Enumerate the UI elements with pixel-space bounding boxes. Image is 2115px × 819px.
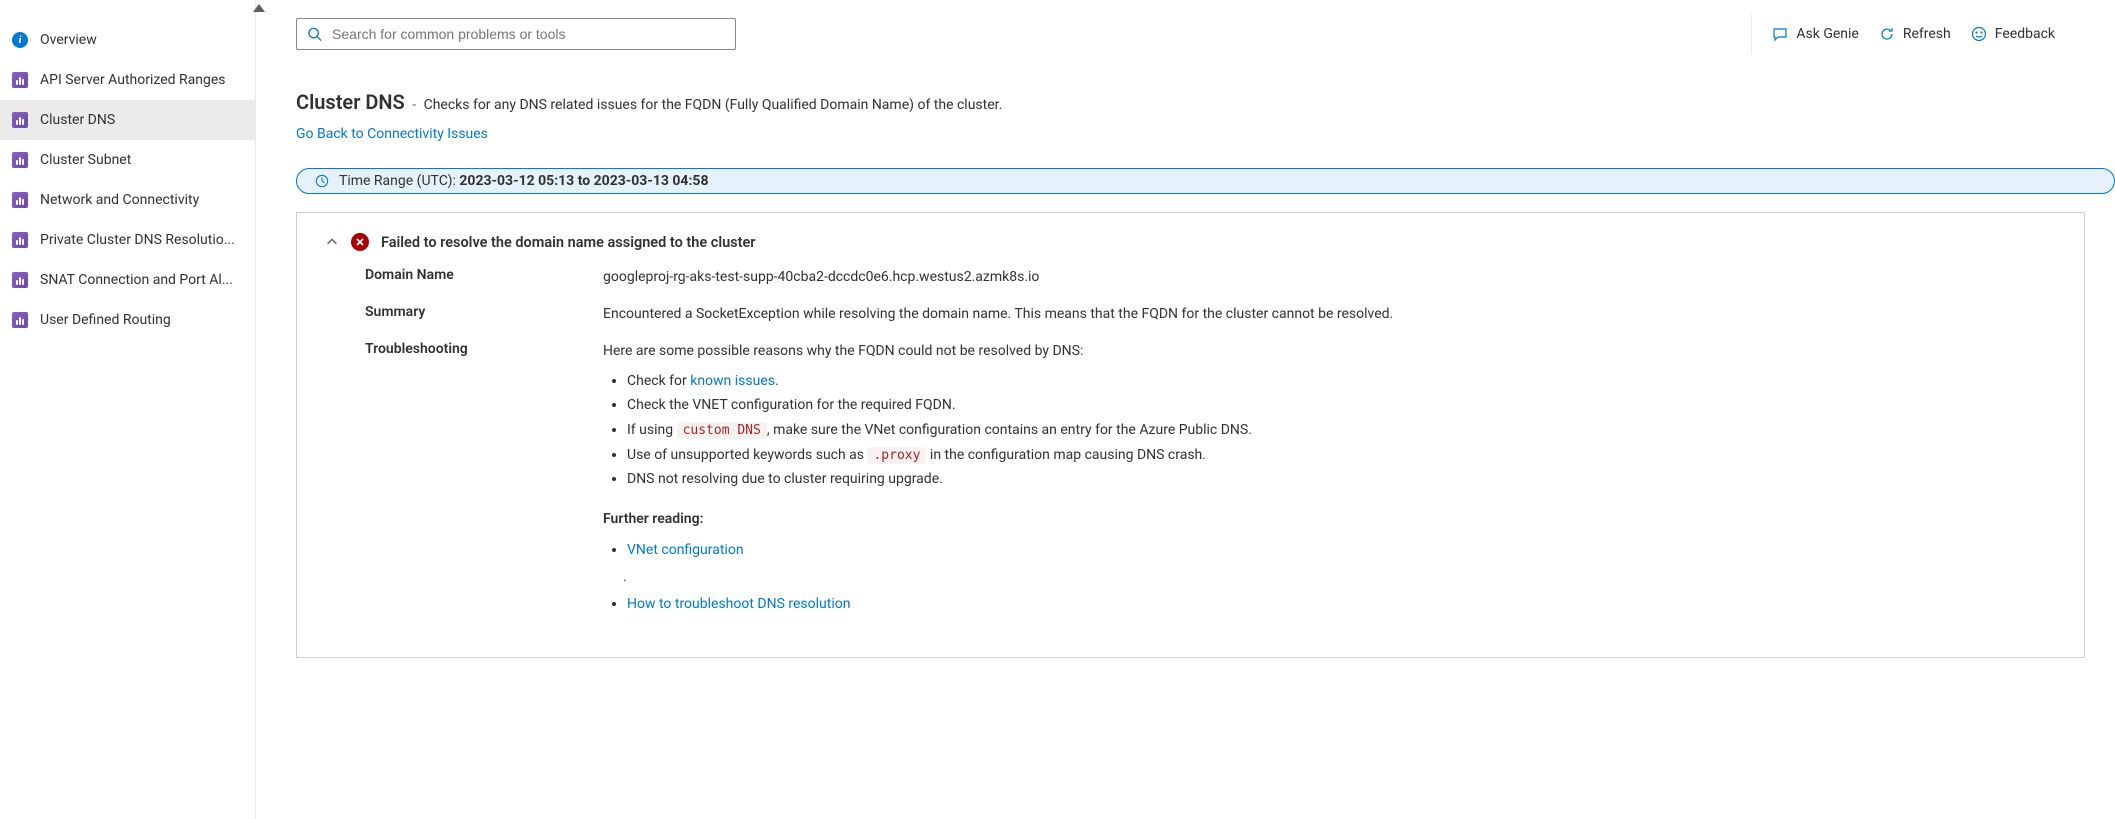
sidebar-item-label: Cluster DNS xyxy=(40,112,115,128)
sidebar-item-api-server-authorized-ranges[interactable]: API Server Authorized Ranges xyxy=(0,60,255,100)
chart-icon xyxy=(12,272,28,288)
sidebar-item-label: API Server Authorized Ranges xyxy=(40,72,226,88)
sidebar: i Overview API Server Authorized Ranges … xyxy=(0,0,256,819)
troubleshoot-dns-link[interactable]: How to troubleshoot DNS resolution xyxy=(627,596,850,612)
reason-item: If using custom DNS, make sure the VNet … xyxy=(627,419,2056,442)
sidebar-item-cluster-dns[interactable]: Cluster DNS xyxy=(0,100,255,140)
back-link[interactable]: Go Back to Connectivity Issues xyxy=(296,126,488,142)
chart-icon xyxy=(12,112,28,128)
summary-label: Summary xyxy=(365,304,603,325)
sidebar-item-user-defined-routing[interactable]: User Defined Routing xyxy=(0,300,255,340)
reading-item: VNet configuration xyxy=(627,540,2056,561)
sidebar-item-snat-connection-port-allocation[interactable]: SNAT Connection and Port Al... xyxy=(0,260,255,300)
known-issues-link[interactable]: known issues xyxy=(690,373,775,389)
further-reading-list: VNet configuration . How to troubleshoot… xyxy=(627,540,2056,615)
refresh-icon xyxy=(1879,26,1895,42)
reason-item: Use of unsupported keywords such as .pro… xyxy=(627,444,2056,467)
sidebar-item-label: Overview xyxy=(40,32,97,48)
domain-name-label: Domain Name xyxy=(365,267,603,288)
sidebar-item-label: SNAT Connection and Port Al... xyxy=(40,272,233,288)
domain-name-value: googleproj-rg-aks-test-supp-40cba2-dccdc… xyxy=(603,267,2056,288)
reason-item: Check for known issues. xyxy=(627,370,2056,392)
error-icon xyxy=(351,233,369,251)
chart-icon xyxy=(12,312,28,328)
toolbar: Ask Genie Refresh Feedback xyxy=(296,14,2115,54)
sidebar-item-network-and-connectivity[interactable]: Network and Connectivity xyxy=(0,180,255,220)
time-range-pill[interactable]: Time Range (UTC): 2023-03-12 05:13 to 20… xyxy=(296,168,2115,194)
feedback-label: Feedback xyxy=(1995,26,2055,42)
further-reading-label: Further reading: xyxy=(603,509,2056,530)
sidebar-item-private-cluster-dns-resolution[interactable]: Private Cluster DNS Resolutio... xyxy=(0,220,255,260)
clock-icon xyxy=(315,174,329,188)
page-description: Checks for any DNS related issues for th… xyxy=(424,97,1003,113)
smiley-icon xyxy=(1971,26,1987,42)
page-title: Cluster DNS xyxy=(296,90,405,114)
troubleshooting-intro: Here are some possible reasons why the F… xyxy=(603,343,1083,359)
refresh-label: Refresh xyxy=(1903,26,1951,42)
result-header: Failed to resolve the domain name assign… xyxy=(325,233,2056,251)
search-icon xyxy=(307,26,322,42)
troubleshooting-reasons: Check for known issues. Check the VNET c… xyxy=(627,370,2056,491)
search-box[interactable] xyxy=(296,18,736,50)
vnet-configuration-link[interactable]: VNet configuration xyxy=(627,542,744,558)
info-icon: i xyxy=(12,32,28,48)
ask-genie-button[interactable]: Ask Genie xyxy=(1772,26,1858,42)
sidebar-item-cluster-subnet[interactable]: Cluster Subnet xyxy=(0,140,255,180)
chart-icon xyxy=(12,152,28,168)
chevron-up-icon[interactable] xyxy=(325,235,339,249)
time-range-label: Time Range (UTC): xyxy=(339,173,459,189)
reason-item: DNS not resolving due to cluster requiri… xyxy=(627,468,2056,490)
result-card: Failed to resolve the domain name assign… xyxy=(296,212,2085,658)
divider xyxy=(1751,14,1752,54)
page-header: Cluster DNS - Checks for any DNS related… xyxy=(296,90,2115,142)
troubleshooting-content: Here are some possible reasons why the F… xyxy=(603,341,2056,621)
reason-item: Check the VNET configuration for the req… xyxy=(627,394,2056,416)
search-input[interactable] xyxy=(332,26,725,42)
feedback-button[interactable]: Feedback xyxy=(1971,26,2055,42)
reading-item: How to troubleshoot DNS resolution xyxy=(627,594,2056,615)
sidebar-item-label: Cluster Subnet xyxy=(40,152,131,168)
sidebar-item-overview[interactable]: i Overview xyxy=(0,20,255,60)
chart-icon xyxy=(12,72,28,88)
reading-dot: . xyxy=(623,567,2056,588)
chart-icon xyxy=(12,232,28,248)
sidebar-item-label: User Defined Routing xyxy=(40,312,171,328)
chat-icon xyxy=(1772,26,1788,42)
chart-icon xyxy=(12,192,28,208)
time-range-value: 2023-03-12 05:13 to 2023-03-13 04:58 xyxy=(459,173,708,189)
collapse-sidebar-caret[interactable] xyxy=(253,4,265,12)
ask-genie-label: Ask Genie xyxy=(1796,26,1858,42)
result-title: Failed to resolve the domain name assign… xyxy=(381,234,756,251)
sidebar-item-label: Private Cluster DNS Resolutio... xyxy=(40,232,235,248)
summary-value: Encountered a SocketException while reso… xyxy=(603,304,2056,325)
refresh-button[interactable]: Refresh xyxy=(1879,26,1951,42)
troubleshooting-label: Troubleshooting xyxy=(365,341,603,621)
code-custom-dns: custom DNS xyxy=(677,422,767,439)
sidebar-item-label: Network and Connectivity xyxy=(40,192,199,208)
code-proxy: .proxy xyxy=(867,447,926,464)
main-content: Ask Genie Refresh Feedback Cluster DNS -… xyxy=(256,0,2115,819)
